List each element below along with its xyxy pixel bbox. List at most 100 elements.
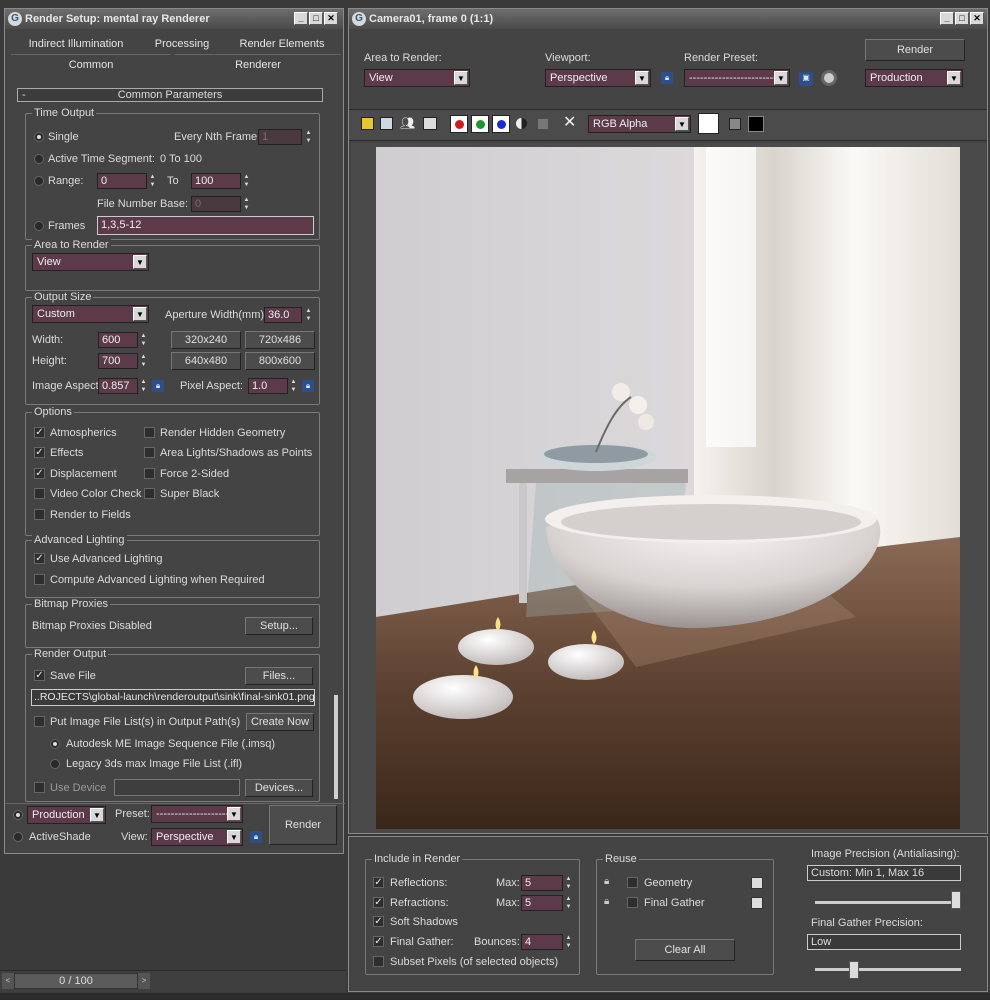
max-refractions-spinner[interactable]: ▲ ▼ [564,895,573,911]
close-button[interactable]: ✕ [970,12,984,25]
autodesk-imsq-radio[interactable] [50,739,60,749]
area-lights-checkbox[interactable] [144,447,155,458]
legacy-ifl-radio[interactable] [50,759,60,769]
production-select[interactable]: Production ▼ [27,806,106,824]
reuse-geometry-checkbox[interactable] [627,877,638,888]
activeshade-radio[interactable] [13,832,23,842]
preset-640x480-button[interactable]: 640x480 [171,352,241,370]
print-icon[interactable] [423,117,437,130]
atmospherics-checkbox[interactable]: ✓ [34,427,45,438]
maximize-button[interactable]: □ [955,12,969,25]
aperture-field[interactable]: 36.0 [264,307,302,323]
area-to-render-select[interactable]: View ▼ [32,253,149,271]
black-swatch[interactable] [748,116,764,132]
clear-all-button[interactable]: Clear All [635,939,735,961]
image-aspect-lock-icon[interactable]: 🔒︎ [152,380,164,392]
active-segment-radio[interactable] [34,154,44,164]
subset-pixels-checkbox[interactable] [373,956,384,967]
clear-icon[interactable]: ✕ [563,114,579,132]
every-nth-field[interactable]: 1 [258,129,302,145]
soft-shadows-checkbox[interactable]: ✓ [373,916,384,927]
file-number-base-spinner[interactable]: ▲ ▼ [242,196,251,212]
force-2-sided-checkbox[interactable] [144,468,155,479]
reuse-final-gather-checkbox[interactable] [627,897,638,908]
production-radio[interactable] [13,810,23,820]
files-button[interactable]: Files... [245,667,313,685]
viewport-lock-icon[interactable]: 🔒︎ [661,72,673,84]
timeline-slider[interactable]: 0 / 100 [14,973,138,989]
single-radio[interactable] [34,132,44,142]
tab-processing[interactable]: Processing [141,34,223,54]
preset-select[interactable]: --------------------- ▼ [151,805,243,823]
pixel-aspect-lock-icon[interactable]: 🔒︎ [302,380,314,392]
range-from-field[interactable]: 0 [97,173,147,189]
compute-advanced-lighting-checkbox[interactable] [34,574,45,585]
geometry-clear-icon[interactable] [751,877,763,889]
frame-production-select[interactable]: Production ▼ [865,69,963,87]
bitmap-proxies-setup-button[interactable]: Setup... [245,617,313,635]
pixel-aspect-spinner[interactable]: ▲ ▼ [289,378,298,394]
frames-radio[interactable] [34,221,44,231]
render-preset-select[interactable]: ------------------------- ▼ [684,69,790,87]
save-image-icon[interactable] [361,117,374,130]
max-reflections-field[interactable]: 5 [521,875,563,891]
max-reflections-spinner[interactable]: ▲ ▼ [564,875,573,891]
view-lock-icon[interactable]: 🔒︎ [250,831,262,843]
aperture-spinner[interactable]: ▲ ▼ [304,307,313,323]
final-gather-lock-icon[interactable]: 🔒︎ [604,896,616,908]
tab-common[interactable]: Common [11,54,171,75]
effects-checkbox[interactable]: ✓ [34,447,45,458]
tab-render-elements[interactable]: Render Elements [223,34,341,54]
save-file-checkbox[interactable]: ✓ [34,670,45,681]
rollout-header[interactable]: - Common Parameters [17,88,323,102]
image-aspect-field[interactable]: 0.857 [98,378,138,394]
white-swatch[interactable] [698,113,719,134]
close-button[interactable]: ✕ [324,12,338,25]
every-nth-spinner[interactable]: ▲ ▼ [304,129,313,145]
timeline-next-button[interactable]: > [138,973,150,989]
frames-field[interactable]: 1,3,5-12 [97,216,314,235]
devices-button[interactable]: Devices... [245,779,313,797]
minimize-button[interactable]: _ [294,12,308,25]
maximize-button[interactable]: □ [309,12,323,25]
final-gather-checkbox[interactable]: ✓ [373,936,384,947]
red-channel-icon[interactable] [450,115,468,133]
reflections-checkbox[interactable]: ✓ [373,877,384,888]
frame-titlebar[interactable]: G Camera01, frame 0 (1:1) [349,9,987,29]
output-size-preset-select[interactable]: Custom ▼ [32,305,149,323]
height-field[interactable]: 700 [98,353,138,369]
bounces-spinner[interactable]: ▲ ▼ [564,934,573,950]
displacement-checkbox[interactable]: ✓ [34,468,45,479]
final-gather-clear-icon[interactable] [751,897,763,909]
minimize-button[interactable]: _ [940,12,954,25]
create-now-button[interactable]: Create Now [246,713,314,731]
bounces-field[interactable]: 4 [521,934,563,950]
video-color-check-checkbox[interactable] [34,488,45,499]
green-channel-icon[interactable] [471,115,489,133]
use-device-checkbox[interactable] [34,782,45,793]
width-field[interactable]: 600 [98,332,138,348]
pixel-aspect-field[interactable]: 1.0 [248,378,288,394]
file-number-base-field[interactable]: 0 [191,196,241,212]
gray-swatch[interactable] [729,118,741,130]
render-setup-titlebar[interactable]: G Render Setup: mental ray Renderer [5,9,343,29]
refractions-checkbox[interactable]: ✓ [373,897,384,908]
preset-320x240-button[interactable]: 320x240 [171,331,241,349]
super-black-checkbox[interactable] [144,488,155,499]
frame-area-select[interactable]: View ▼ [364,69,470,87]
monochrome-icon[interactable] [538,119,548,129]
image-aspect-spinner[interactable]: ▲ ▼ [139,378,148,394]
image-precision-slider[interactable] [951,891,961,909]
channel-select[interactable]: RGB Alpha ▼ [588,115,691,133]
tab-renderer[interactable]: Renderer [175,54,341,75]
height-spinner[interactable]: ▲ ▼ [139,353,148,369]
range-to-spinner[interactable]: ▲ ▼ [242,173,251,189]
use-advanced-lighting-checkbox[interactable]: ✓ [34,553,45,564]
render-button[interactable]: Render [269,805,337,845]
render-hidden-geometry-checkbox[interactable] [144,427,155,438]
max-refractions-field[interactable]: 5 [521,895,563,911]
clone-window-icon[interactable]: 👥︎ [400,116,416,131]
alpha-channel-icon[interactable] [516,118,527,129]
frame-render-button[interactable]: Render [865,39,965,61]
geometry-lock-icon[interactable]: 🔒︎ [604,876,616,888]
